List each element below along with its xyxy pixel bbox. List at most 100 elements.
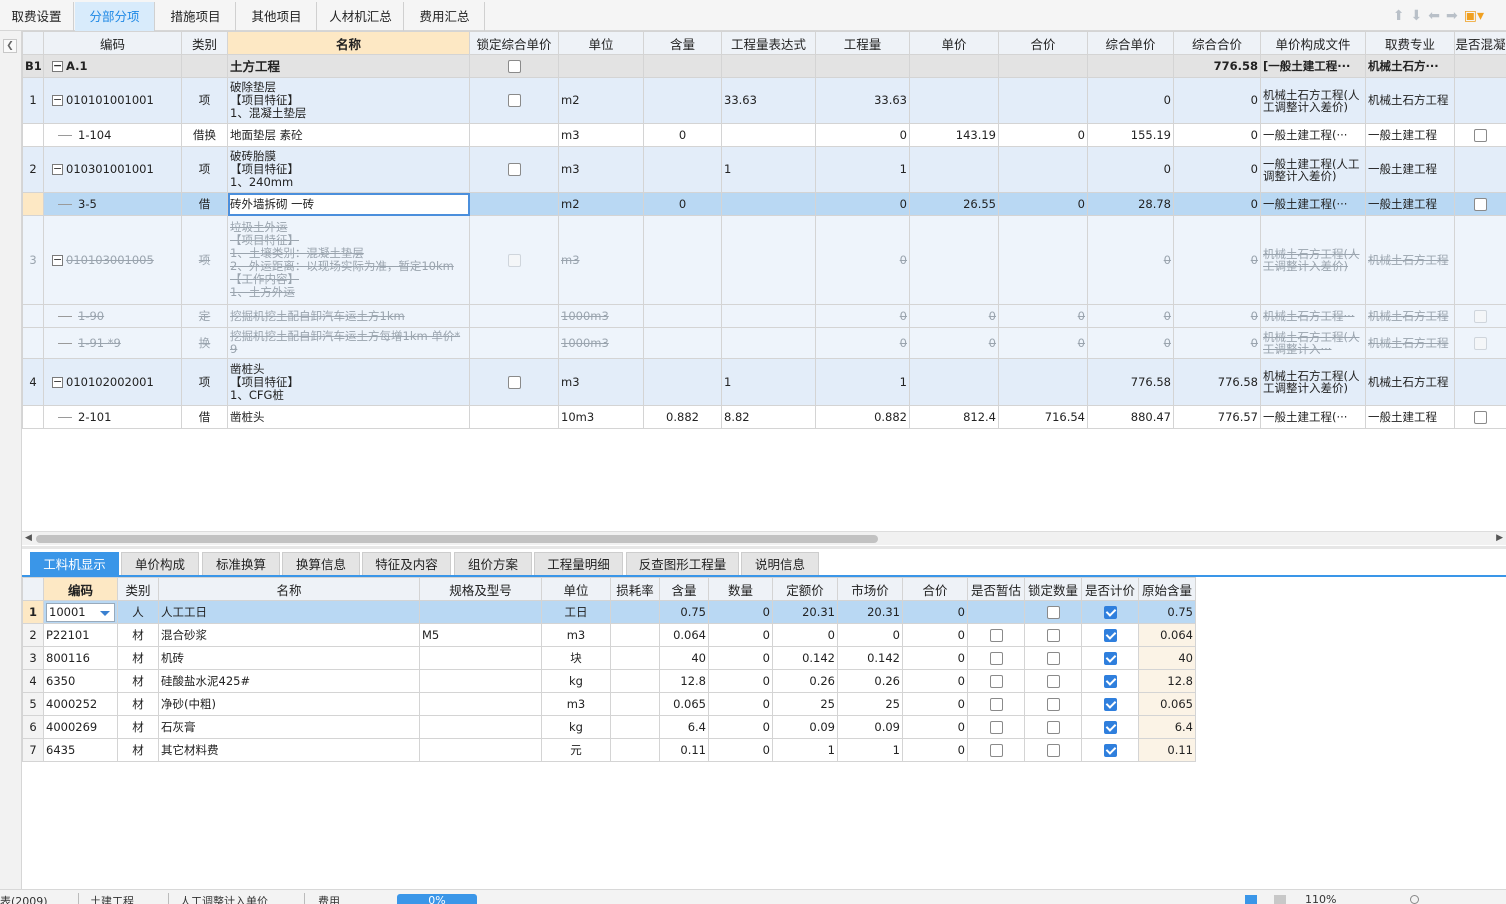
collapse-left-icon[interactable]: ❮ [3,39,17,53]
res-quota-cell[interactable]: 0.09 [772,715,838,739]
res-header-10[interactable]: 市场价 [837,577,903,601]
price-cell[interactable]: 0 [909,304,999,328]
code-dropdown[interactable]: 10001 [46,602,115,622]
concrete-checkbox[interactable] [1474,410,1487,424]
tab-quantity-detail[interactable]: 工程量明细 [534,552,623,575]
res-market-cell[interactable]: 0.142 [837,646,903,670]
res-header-7[interactable]: 含量 [659,577,709,601]
comp-price-cell[interactable]: 0 [1087,77,1174,124]
res-unit-cell[interactable]: m3 [541,623,611,647]
zoom-slider-handle[interactable] [1410,895,1419,904]
collapse-toggle-icon[interactable]: − [52,376,63,388]
res-loss-cell[interactable] [610,646,660,670]
name-cell[interactable]: 砖外墙拆砌 一砖 [227,192,470,216]
res-header-11[interactable]: 合价 [902,577,968,601]
resource-row[interactable]: 5 4000252 材净砂(中粗) m3 0.065 0 25 25 0 0.065 [22,692,1196,716]
res-code-cell[interactable]: 4000252 [43,692,118,716]
concrete-cell[interactable] [1454,304,1506,328]
header-3[interactable]: 名称 [227,31,470,55]
lock-qty-checkbox-cell[interactable] [1024,600,1082,624]
res-content-cell[interactable]: 0.065 [659,692,709,716]
res-total-cell[interactable]: 0 [902,692,968,716]
qty-cell[interactable]: 0 [815,192,910,216]
expr-cell[interactable] [721,54,816,78]
resource-row[interactable]: 3 800116 材机砖块 40 0 0.142 0.142 0 40 [22,646,1196,670]
qty-cell[interactable]: 0 [815,304,910,328]
scroll-right-icon[interactable]: ▶ [1496,533,1503,543]
priced-checkbox[interactable] [1103,743,1117,757]
res-header-1[interactable]: 编码 [43,577,118,601]
code-cell[interactable]: 3-5 [43,192,182,216]
collapse-toggle-icon[interactable]: − [52,163,63,175]
total-cell[interactable] [998,215,1088,305]
res-loss-cell[interactable] [610,692,660,716]
lock-price-cell[interactable] [469,146,559,193]
content-cell[interactable]: 0 [643,123,722,147]
content-cell[interactable] [643,215,722,305]
total-cell[interactable]: 0 [998,304,1088,328]
res-header-8[interactable]: 数量 [708,577,773,601]
concrete-cell[interactable] [1454,146,1506,193]
priced-checkbox-cell[interactable] [1081,715,1139,739]
qty-cell[interactable]: 0 [815,215,910,305]
priced-checkbox[interactable] [1103,697,1117,711]
header-2[interactable]: 类别 [181,31,228,55]
name-cell[interactable]: 破除垫层 【项目特征】 1、混凝土垫层 [227,77,470,124]
res-name-cell[interactable]: 净砂(中粗) [158,692,420,716]
lock-price-cell[interactable] [469,54,559,78]
res-header-2[interactable]: 类别 [117,577,159,601]
name-cell[interactable]: 凿桩头 [227,405,470,429]
fee-spec-cell[interactable]: 机械土石方工程 [1365,215,1455,305]
res-market-cell[interactable]: 0.26 [837,669,903,693]
content-cell[interactable] [643,327,722,359]
comp-total-cell[interactable]: 0 [1173,146,1261,193]
view-mode-icon[interactable] [1245,895,1257,904]
price-cell[interactable] [909,77,999,124]
fee-spec-cell[interactable]: 机械土石方工程 [1365,77,1455,124]
res-loss-cell[interactable] [610,715,660,739]
expr-cell[interactable] [721,215,816,305]
res-header-9[interactable]: 定额价 [772,577,838,601]
res-header-6[interactable]: 损耗率 [610,577,660,601]
expr-cell[interactable] [721,123,816,147]
concrete-checkbox[interactable] [1474,197,1487,211]
items-row[interactable]: 1-104 借换 地面垫层 素砼 m3 0 0 143.19 0 155.19 0 一般土建工程(·… [22,123,1506,147]
lock-qty-checkbox[interactable] [1046,697,1060,711]
res-spec-cell[interactable] [419,738,542,762]
unit-cell[interactable] [558,54,644,78]
res-header-15[interactable]: 原始含量 [1138,577,1196,601]
price-cell[interactable]: 812.4 [909,405,999,429]
items-row[interactable]: 1−010101001001 项破除垫层 【项目特征】 1、混凝土垫层 m2 33.6… [22,77,1506,124]
unit-cell[interactable]: m3 [558,358,644,406]
content-cell[interactable]: 0.882 [643,405,722,429]
res-name-cell[interactable]: 石灰膏 [158,715,420,739]
res-total-cell[interactable]: 0 [902,646,968,670]
comp-price-cell[interactable]: 0 [1087,327,1174,359]
items-row[interactable]: B1− A.1 土方工程 776.58 [一般土建工程··· 机械土石方··· [22,54,1506,78]
fee-spec-cell[interactable]: 一般土建工程 [1365,146,1455,193]
tab-standard-conversion[interactable]: 标准换算 [202,552,280,575]
tab-unit-price-composition[interactable]: 单价构成 [121,552,199,575]
fee-spec-cell[interactable]: 机械土石方工程 [1365,358,1455,406]
res-spec-cell[interactable] [419,600,542,624]
lock-price-checkbox[interactable] [507,163,521,176]
comp-total-cell[interactable]: 776.57 [1173,405,1261,429]
lock-qty-checkbox[interactable] [1046,743,1060,757]
res-qty-cell[interactable]: 0 [708,738,773,762]
lock-qty-checkbox-cell[interactable] [1024,692,1082,716]
estimate-checkbox[interactable] [989,651,1003,665]
price-file-cell[interactable]: 一般土建工程(··· [1260,405,1366,429]
res-total-cell[interactable]: 0 [902,669,968,693]
tab-conversion-info[interactable]: 换算信息 [282,552,360,575]
res-loss-cell[interactable] [610,738,660,762]
collapse-toggle-icon[interactable]: − [52,94,63,106]
unit-cell[interactable]: 1000m3 [558,327,644,359]
expr-cell[interactable]: 8.82 [721,405,816,429]
res-quota-cell[interactable]: 1 [772,738,838,762]
comp-price-cell[interactable]: 28.78 [1087,192,1174,216]
res-loss-cell[interactable] [610,669,660,693]
estimate-checkbox-cell[interactable] [967,715,1025,739]
res-spec-cell[interactable] [419,715,542,739]
priced-checkbox[interactable] [1103,628,1117,642]
fee-spec-cell[interactable]: 机械土石方工程 [1365,327,1455,359]
